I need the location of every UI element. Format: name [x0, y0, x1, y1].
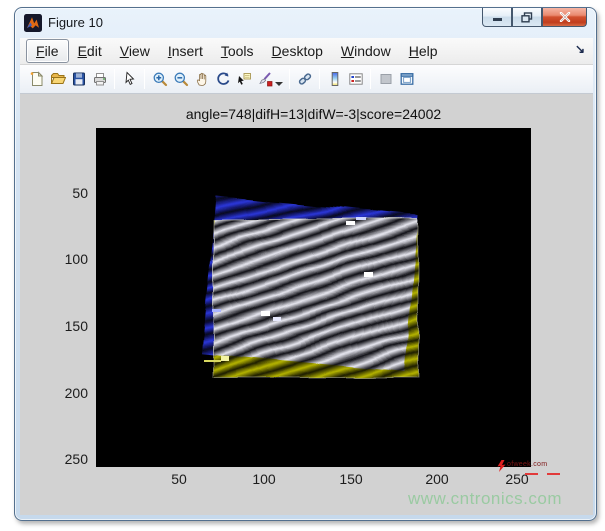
restore-icon: [521, 12, 533, 23]
y-tick-label: 250: [48, 451, 88, 467]
matlab-icon: [24, 14, 42, 32]
hide-plot-tools-icon: [378, 71, 394, 87]
colorbar-icon: [327, 71, 343, 87]
open-file-button[interactable]: [47, 68, 68, 90]
minimize-button[interactable]: [482, 8, 512, 27]
menu-insert[interactable]: Insert: [159, 40, 212, 62]
data-cursor-button[interactable]: [233, 68, 254, 90]
restore-button[interactable]: [512, 8, 542, 27]
caption-buttons: [482, 8, 587, 27]
site-watermark: www.cntronics.com: [408, 489, 562, 509]
menu-file[interactable]: File: [26, 39, 69, 63]
red-bolt-icon: [497, 460, 506, 472]
show-plot-tools-button[interactable]: [396, 68, 417, 90]
brush-data-button[interactable]: [254, 68, 275, 90]
new-figure-button[interactable]: [26, 68, 47, 90]
rotate-3d-icon: [215, 71, 231, 87]
x-tick-label: 50: [154, 471, 204, 487]
brush-icon: [257, 71, 273, 87]
axes-image: [96, 128, 531, 467]
save-figure-button[interactable]: [68, 68, 89, 90]
red-dash: [547, 473, 560, 475]
zoom-in-button[interactable]: [149, 68, 170, 90]
menu-window[interactable]: Window: [332, 40, 400, 62]
x-tick-label: 150: [326, 471, 376, 487]
menu-help[interactable]: Help: [400, 40, 447, 62]
insert-legend-button[interactable]: [345, 68, 366, 90]
toolbar-separator: [144, 69, 145, 89]
red-dash: [525, 473, 538, 475]
hide-plot-tools-button[interactable]: [375, 68, 396, 90]
x-tick-label: 200: [412, 471, 462, 487]
red-logo-watermark: ofweek.com: [497, 460, 587, 480]
new-document-icon: [29, 71, 45, 87]
menu-desktop[interactable]: Desktop: [263, 40, 332, 62]
edit-plot-button[interactable]: [119, 68, 140, 90]
save-floppy-icon: [71, 71, 87, 87]
figure-window: Figure 10: [14, 7, 597, 521]
rotate-3d-button[interactable]: [212, 68, 233, 90]
insert-colorbar-button[interactable]: [324, 68, 345, 90]
hand-pan-icon: [194, 71, 210, 87]
zoom-out-button[interactable]: [170, 68, 191, 90]
zoom-in-icon: [152, 71, 168, 87]
screenshot-root: Figure 10: [0, 0, 605, 531]
link-plot-button[interactable]: [294, 68, 315, 90]
open-folder-icon: [50, 71, 66, 87]
menu-bar: File Edit View Insert Tools Desktop Wind…: [20, 38, 593, 65]
pan-button[interactable]: [191, 68, 212, 90]
menu-overflow-arrow-icon[interactable]: ↘: [575, 42, 585, 56]
brush-dropdown-caret-icon[interactable]: [275, 82, 283, 86]
menu-edit[interactable]: Edit: [69, 40, 111, 62]
pointer-arrow-icon: [122, 71, 138, 87]
menu-view[interactable]: View: [111, 40, 159, 62]
data-cursor-icon: [236, 71, 252, 87]
y-tick-label: 200: [48, 385, 88, 401]
figure-toolbar: [20, 65, 593, 94]
title-bar: Figure 10: [15, 8, 596, 38]
figure-canvas: angle=748|difH=13|difW=-3|score=24002: [20, 94, 593, 515]
zoom-out-icon: [173, 71, 189, 87]
printer-icon: [92, 71, 108, 87]
toolbar-separator: [319, 69, 320, 89]
plot-title: angle=748|difH=13|difW=-3|score=24002: [96, 106, 531, 122]
minimize-icon: [492, 13, 503, 22]
menu-tools[interactable]: Tools: [212, 40, 263, 62]
registration-overlay-image: [96, 128, 531, 467]
window-title: Figure 10: [48, 15, 103, 30]
x-tick-label: 100: [239, 471, 289, 487]
toolbar-separator: [114, 69, 115, 89]
red-logo-text: ofweek.com: [507, 461, 547, 468]
show-plot-tools-icon: [399, 71, 415, 87]
toolbar-separator: [370, 69, 371, 89]
close-icon: [559, 12, 571, 22]
close-button[interactable]: [542, 8, 587, 27]
y-tick-label: 50: [48, 185, 88, 201]
y-tick-label: 100: [48, 251, 88, 267]
chain-link-icon: [297, 71, 313, 87]
print-figure-button[interactable]: [89, 68, 110, 90]
y-tick-label: 150: [48, 318, 88, 334]
toolbar-separator: [289, 69, 290, 89]
legend-icon: [348, 71, 364, 87]
